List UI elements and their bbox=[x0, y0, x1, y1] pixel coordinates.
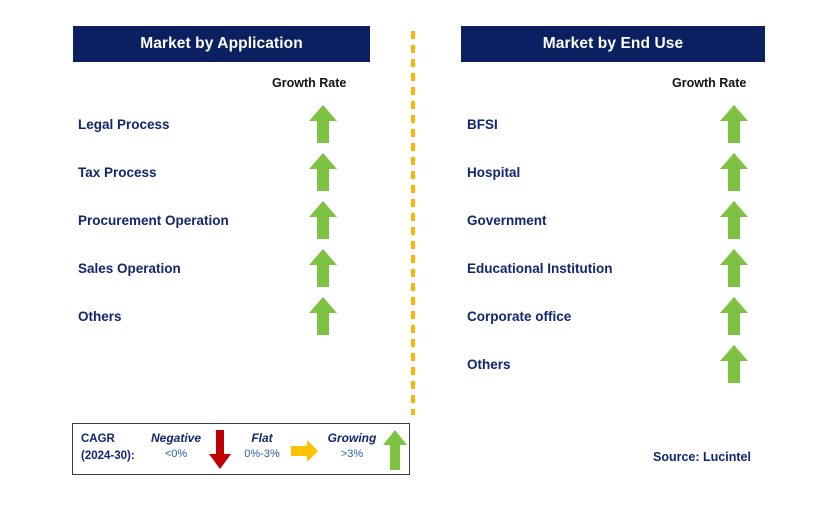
panel-title-market-by-application: Market by Application bbox=[73, 26, 370, 62]
market-segment-row: Government bbox=[467, 198, 749, 242]
segment-label: Corporate office bbox=[467, 308, 572, 324]
up-arrow-icon bbox=[720, 105, 748, 143]
segment-label: Educational Institution bbox=[467, 260, 613, 276]
legend-item-flat: Flat 0%-3% bbox=[233, 431, 291, 462]
up-arrow-icon bbox=[309, 201, 337, 239]
segment-label: Tax Process bbox=[78, 164, 157, 180]
up-arrow-icon bbox=[309, 105, 337, 143]
segment-label: Government bbox=[467, 212, 547, 228]
legend-term-growing: Growing bbox=[327, 431, 377, 445]
column-header-growth-rate: Growth Rate bbox=[672, 76, 747, 90]
down-arrow-icon bbox=[209, 430, 231, 469]
legend-range-negative: <0% bbox=[164, 448, 188, 460]
up-arrow-icon bbox=[383, 430, 407, 470]
up-arrow-icon bbox=[309, 297, 337, 335]
market-segment-row: Tax Process bbox=[78, 150, 338, 194]
segment-label: Others bbox=[78, 308, 122, 324]
market-segment-row: Others bbox=[78, 294, 338, 338]
market-segment-row: Educational Institution bbox=[467, 246, 749, 290]
up-arrow-icon bbox=[309, 153, 337, 191]
market-segment-row: Legal Process bbox=[78, 102, 338, 146]
panel-market-by-end-use: Market by End Use Growth Rate BFSI Hospit… bbox=[417, 0, 829, 522]
legend-term-flat: Flat bbox=[251, 431, 273, 445]
up-arrow-icon bbox=[720, 297, 748, 335]
market-segment-row: BFSI bbox=[467, 102, 749, 146]
segment-label: Procurement Operation bbox=[78, 212, 229, 228]
legend-title-line1: CAGR bbox=[81, 433, 115, 445]
up-arrow-icon bbox=[720, 201, 748, 239]
segment-label: Others bbox=[467, 356, 511, 372]
panel-title-market-by-end-use: Market by End Use bbox=[461, 26, 765, 62]
segment-label: Sales Operation bbox=[78, 260, 181, 276]
segment-label: BFSI bbox=[467, 116, 498, 132]
vertical-dashed-divider bbox=[411, 31, 415, 415]
legend-title-line2: (2024-30): bbox=[81, 450, 135, 462]
legend-item-growing: Growing >3% bbox=[316, 431, 388, 462]
segment-label: Hospital bbox=[467, 164, 521, 180]
market-segment-row: Hospital bbox=[467, 150, 749, 194]
up-arrow-icon bbox=[720, 345, 748, 383]
legend-range-growing: >3% bbox=[340, 448, 364, 460]
market-segment-row: Sales Operation bbox=[78, 246, 338, 290]
market-segment-row: Others bbox=[467, 342, 749, 386]
segment-label: Legal Process bbox=[78, 116, 170, 132]
legend-title: CAGR (2024-30): bbox=[81, 431, 135, 465]
legend-item-negative: Negative <0% bbox=[145, 431, 207, 462]
source-note: Source: Lucintel bbox=[653, 450, 751, 464]
right-arrow-icon bbox=[291, 440, 318, 462]
up-arrow-icon bbox=[720, 153, 748, 191]
column-header-growth-rate: Growth Rate bbox=[272, 76, 347, 90]
legend-term-negative: Negative bbox=[150, 431, 202, 445]
up-arrow-icon bbox=[720, 249, 748, 287]
up-arrow-icon bbox=[309, 249, 337, 287]
market-segment-row: Procurement Operation bbox=[78, 198, 338, 242]
market-segment-row: Corporate office bbox=[467, 294, 749, 338]
legend-cagr-box: CAGR (2024-30): Negative <0% Flat 0%-3% … bbox=[72, 423, 410, 475]
legend-range-flat: 0%-3% bbox=[244, 448, 280, 460]
